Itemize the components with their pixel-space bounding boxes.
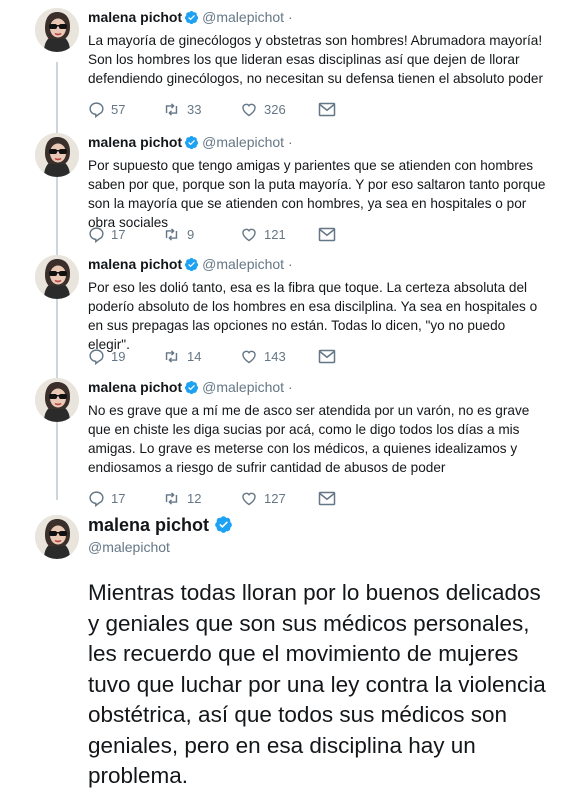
verified-badge-icon bbox=[185, 380, 199, 395]
retweet-count: 12 bbox=[187, 490, 202, 506]
avatar[interactable] bbox=[35, 8, 79, 52]
author-name[interactable]: malena pichot bbox=[88, 256, 182, 272]
tweet-text: La mayoría de ginecólogos y obstetras so… bbox=[88, 33, 543, 86]
retweet-button[interactable]: 33 bbox=[162, 99, 201, 119]
tweet-content: malena pichot @malepichot · La mayoría d… bbox=[88, 8, 549, 88]
reply-icon bbox=[88, 348, 105, 365]
separator-dot: · bbox=[287, 379, 293, 395]
reply-button[interactable]: 57 bbox=[88, 99, 125, 119]
envelope-icon bbox=[318, 491, 336, 506]
retweet-icon bbox=[162, 490, 181, 507]
verified-badge-icon bbox=[215, 516, 232, 533]
avatar[interactable] bbox=[35, 255, 79, 299]
retweet-count: 14 bbox=[187, 348, 202, 364]
heart-icon bbox=[240, 101, 258, 118]
avatar[interactable] bbox=[35, 378, 79, 422]
author-handle[interactable]: @malepichot bbox=[202, 379, 284, 395]
reply-button[interactable]: 17 bbox=[88, 224, 125, 244]
tweet-thread: malena pichot @malepichot · La mayoría d… bbox=[0, 0, 571, 800]
like-button[interactable]: 326 bbox=[240, 99, 286, 119]
retweet-icon bbox=[162, 348, 181, 365]
author-handle[interactable]: @malepichot bbox=[202, 9, 284, 25]
like-button[interactable]: 127 bbox=[240, 488, 286, 508]
tweet-actions: 17 12 127 bbox=[88, 488, 348, 508]
author-handle[interactable]: @malepichot bbox=[202, 256, 284, 272]
separator-dot: · bbox=[287, 9, 293, 25]
tweet-actions: 17 9 121 bbox=[88, 224, 348, 244]
focused-author-header: malena pichot bbox=[88, 515, 236, 539]
retweet-icon bbox=[162, 226, 181, 243]
tweet-text: No es grave que a mí me de asco ser aten… bbox=[88, 403, 530, 475]
like-count: 121 bbox=[264, 226, 286, 242]
reply-count: 17 bbox=[111, 226, 126, 242]
tweet-text: Por eso les dolió tanto, esa es la fibra… bbox=[88, 280, 538, 352]
reply-count: 19 bbox=[111, 348, 126, 364]
direct-message-button[interactable] bbox=[318, 224, 336, 244]
envelope-icon bbox=[318, 349, 336, 364]
tweet-content: malena pichot @malepichot · Por supuesto… bbox=[88, 133, 549, 232]
tweet-header: malena pichot @malepichot · bbox=[88, 378, 549, 399]
author-handle[interactable]: @malepichot bbox=[202, 134, 284, 150]
retweet-button[interactable]: 14 bbox=[162, 346, 201, 366]
reply-count: 17 bbox=[111, 490, 126, 506]
retweet-icon bbox=[162, 101, 181, 118]
tweet-header: malena pichot @malepichot · bbox=[88, 255, 549, 276]
author-name[interactable]: malena pichot bbox=[88, 515, 209, 535]
reply-count: 57 bbox=[111, 101, 126, 117]
direct-message-button[interactable] bbox=[318, 346, 336, 366]
avatar[interactable] bbox=[35, 133, 79, 177]
tweet-text: Por supuesto que tengo amigas y pariente… bbox=[88, 158, 546, 230]
author-handle[interactable]: @malepichot bbox=[88, 539, 170, 555]
tweet-header: malena pichot @malepichot · bbox=[88, 8, 549, 29]
envelope-icon bbox=[318, 227, 336, 242]
retweet-count: 9 bbox=[187, 226, 195, 242]
author-name[interactable]: malena pichot bbox=[88, 379, 182, 395]
verified-badge-icon bbox=[185, 257, 199, 272]
envelope-icon bbox=[318, 102, 336, 117]
like-count: 143 bbox=[264, 348, 286, 364]
tweet-header: malena pichot @malepichot · bbox=[88, 133, 549, 154]
verified-badge-icon bbox=[185, 10, 199, 25]
reply-icon bbox=[88, 490, 105, 507]
direct-message-button[interactable] bbox=[318, 99, 336, 119]
like-count: 127 bbox=[264, 490, 286, 506]
like-button[interactable]: 121 bbox=[240, 224, 286, 244]
retweet-button[interactable]: 12 bbox=[162, 488, 201, 508]
heart-icon bbox=[240, 348, 258, 365]
like-button[interactable]: 143 bbox=[240, 346, 286, 366]
tweet-actions: 19 14 143 bbox=[88, 346, 348, 366]
retweet-button[interactable]: 9 bbox=[162, 224, 194, 244]
heart-icon bbox=[240, 226, 258, 243]
avatar[interactable] bbox=[35, 515, 79, 559]
author-name[interactable]: malena pichot bbox=[88, 134, 182, 150]
separator-dot: · bbox=[287, 256, 293, 272]
tweet-content: malena pichot @malepichot · Por eso les … bbox=[88, 255, 549, 354]
author-name[interactable]: malena pichot bbox=[88, 9, 182, 25]
verified-badge-icon bbox=[185, 135, 199, 150]
heart-icon bbox=[240, 490, 258, 507]
direct-message-button[interactable] bbox=[318, 488, 336, 508]
separator-dot: · bbox=[287, 134, 293, 150]
like-count: 326 bbox=[264, 101, 286, 117]
reply-icon bbox=[88, 226, 105, 243]
tweet-content: malena pichot @malepichot · No es grave … bbox=[88, 378, 549, 477]
reply-button[interactable]: 19 bbox=[88, 346, 125, 366]
reply-icon bbox=[88, 101, 105, 118]
reply-button[interactable]: 17 bbox=[88, 488, 125, 508]
retweet-count: 33 bbox=[187, 101, 202, 117]
focused-tweet-text: Mientras todas lloran por lo buenos deli… bbox=[88, 580, 546, 788]
tweet-actions: 57 33 326 bbox=[88, 99, 348, 119]
